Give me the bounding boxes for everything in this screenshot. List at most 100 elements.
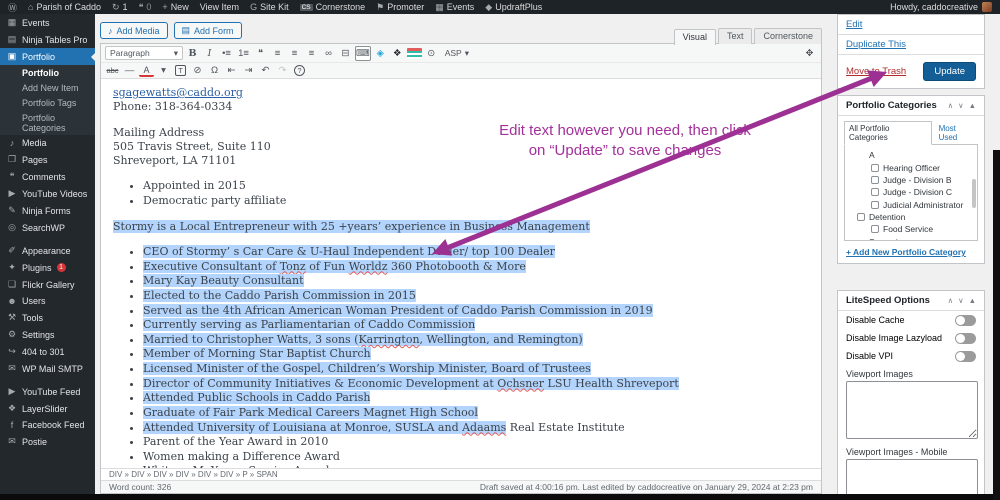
clear-formatting-icon[interactable]: ⊘ [190,63,205,78]
sidebar-item[interactable]: ❖ LayerSlider [0,400,95,417]
category-checkbox[interactable] [871,201,879,209]
sidebar-item[interactable]: ❏ Flickr Gallery [0,276,95,293]
asp-shortcode-select[interactable]: ASP ▾ [441,48,473,59]
indent-icon[interactable]: ⇥ [241,63,256,78]
site-name[interactable]: ⌂ Parish of Caddo [28,2,101,12]
editor-mode-tab[interactable]: Visual [674,29,716,45]
sidebar-item[interactable]: ↪ 404 to 301 [0,343,95,360]
text-color-caret-icon[interactable]: ▾ [156,63,171,78]
align-right-icon[interactable]: ≡ [304,46,319,61]
sidebar-item[interactable]: ⚒ Tools [0,309,95,326]
category-checkbox[interactable] [871,176,879,184]
sidebar-item[interactable]: Portfolio Tags [0,95,95,110]
element-path-bar[interactable]: DIV » DIV » DIV » DIV » DIV » DIV » P » … [101,468,821,480]
paragraph-format-select[interactable]: Paragraph ▾ [105,46,183,60]
sidebar-item[interactable]: ◎ SearchWP [0,219,95,236]
hr-icon[interactable]: — [122,63,137,78]
editor-content-area[interactable]: sgagewatts@caddo.org Phone: 318-364-0334… [101,79,821,468]
sidebar-item[interactable]: ❐ Pages [0,151,95,168]
category-checkbox[interactable] [871,188,879,196]
italic-icon[interactable]: I [202,46,217,61]
toggle-switch-off[interactable] [955,315,976,326]
events[interactable]: ▦ Events [435,2,474,13]
layers-icon[interactable]: ❖ [390,46,405,61]
add-form-button[interactable]: ▤ Add Form [174,22,242,39]
sidebar-item[interactable]: ❝ Comments [0,168,95,185]
cornerstone[interactable]: CS Cornerstone [300,2,366,12]
redo-icon[interactable]: ↷ [275,63,290,78]
sidebar-item[interactable]: Portfolio Categories [0,110,95,135]
scrollbar-thumb[interactable] [972,179,976,208]
tab-most-used[interactable]: Most Used [936,122,978,144]
toggle-switch-off[interactable] [955,351,976,362]
sidebar-item[interactable]: ▣ Portfolio [0,48,95,65]
editor-mode-tab[interactable]: Text [718,28,753,44]
sidebar-item[interactable]: ✐ Appearance [0,242,95,259]
category-checkbox[interactable] [857,213,865,221]
move-up-icon[interactable]: ∧ [948,101,954,110]
add-media-button[interactable]: ♪ Add Media [100,22,168,39]
strikethrough-icon[interactable]: abc [105,63,120,78]
more-tag-icon[interactable]: ⊟ [338,46,353,61]
sidebar-item[interactable]: ♪ Media [0,135,95,151]
viewport-images-textarea[interactable] [846,381,978,439]
comments[interactable]: ❝ 0 [139,2,152,13]
outdent-icon[interactable]: ⇤ [224,63,239,78]
updates[interactable]: ↻ 1 [112,2,128,13]
promoter[interactable]: ⚑ Promoter [376,2,424,13]
bullet-list-icon[interactable]: •≡ [219,46,234,61]
sidebar-item-icon: ✐ [7,245,17,256]
align-center-icon[interactable]: ≡ [287,46,302,61]
updraftplus[interactable]: ◆ UpdraftPlus [485,2,542,13]
sidebar-item[interactable]: ✉ WP Mail SMTP [0,360,95,377]
shutter-icon[interactable]: ⊙ [424,46,439,61]
numbered-list-icon[interactable]: 1≡ [236,46,251,61]
sidebar-item[interactable]: ▦ Events [0,14,95,31]
toggle-switch-off[interactable] [955,333,976,344]
site-kit[interactable]: G Site Kit [250,2,289,12]
sidebar-item[interactable]: ▶ YouTube Feed [0,383,95,400]
email-link[interactable]: sgagewatts@caddo.org [113,86,243,99]
paste-as-text-icon[interactable]: T [175,65,186,76]
keyboard-toolbar-toggle-icon[interactable]: ⌨ [355,46,371,61]
help-icon[interactable]: ? [294,65,305,76]
wordpress-logo[interactable]: Ⓦ [8,1,17,14]
distraction-free-icon[interactable]: ✥ [802,46,817,61]
add-new-category-link[interactable]: + Add New Portfolio Category [838,241,984,263]
sidebar-item[interactable]: ▶ YouTube Videos [0,185,95,202]
table-colors-icon[interactable] [407,48,422,59]
update-button[interactable]: Update [923,62,976,81]
sidebar-item[interactable]: f Facebook Feed [0,417,95,433]
editor-mode-tab[interactable]: Cornerstone [754,28,822,44]
category-checkbox[interactable] [871,225,879,233]
toggle-panel-icon[interactable]: ▲ [969,296,976,305]
text-color-icon[interactable]: A [139,64,154,77]
sidebar-item[interactable]: ✉ Postie [0,433,95,450]
blockquote-icon[interactable]: ❝ [253,46,268,61]
howdy-account-link[interactable]: Howdy, caddocreative [890,2,978,12]
align-left-icon[interactable]: ≡ [270,46,285,61]
move-up-icon[interactable]: ∧ [948,296,954,305]
special-character-icon[interactable]: Ω [207,63,222,78]
toggle-panel-icon[interactable]: ▲ [969,101,976,110]
move-down-icon[interactable]: ∨ [958,296,964,305]
move-down-icon[interactable]: ∨ [958,101,964,110]
link-icon[interactable]: ∞ [321,46,336,61]
new-content[interactable]: + New [162,2,188,12]
sidebar-item[interactable]: ▤ Ninja Tables Pro [0,31,95,48]
sidebar-item[interactable]: ✦ Plugins 1 [0,259,95,276]
bold-icon[interactable]: B [185,46,200,61]
sidebar-item[interactable]: ✎ Ninja Forms [0,202,95,219]
duplicate-this-link[interactable]: Duplicate This [846,39,906,50]
edit-link[interactable]: Edit [846,19,862,30]
move-to-trash-link[interactable]: Move to Trash [846,66,906,77]
view-item[interactable]: View Item [200,2,239,12]
category-checkbox[interactable] [871,164,879,172]
drop-icon[interactable]: ◈ [373,46,388,61]
sidebar-item[interactable]: Add New Item [0,80,95,95]
sidebar-item[interactable]: Portfolio [0,65,95,80]
undo-icon[interactable]: ↶ [258,63,273,78]
tab-all-categories[interactable]: All Portfolio Categories [844,121,932,145]
sidebar-item[interactable]: ⚙ Settings [0,326,95,343]
sidebar-item[interactable]: ☻ Users [0,293,95,309]
